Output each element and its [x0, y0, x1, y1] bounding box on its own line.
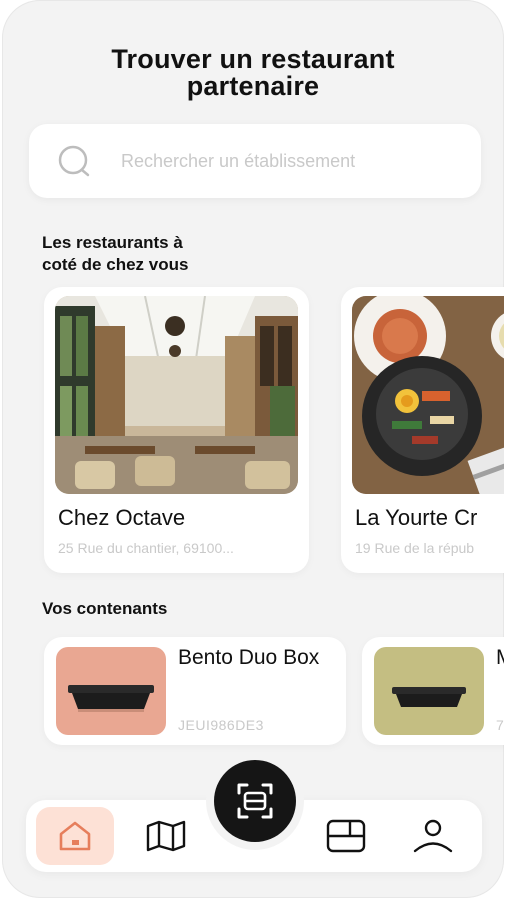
nav-map-button[interactable]	[127, 807, 205, 865]
page-title: Trouver un restaurant partenaire	[2, 46, 504, 100]
search-bar[interactable]	[29, 124, 481, 198]
container-name: Bento Duo Box	[178, 646, 320, 669]
home-icon	[59, 821, 91, 851]
nearby-title-line2: coté de chez vous	[42, 255, 189, 274]
container-card[interactable]: M B 75	[362, 637, 504, 745]
containers-icon	[326, 819, 366, 853]
container-photo	[56, 647, 166, 735]
search-icon	[58, 145, 90, 177]
nearby-section-title: Les restaurants à coté de chez vous	[42, 232, 188, 276]
nav-home-button[interactable]	[36, 807, 114, 865]
restaurant-photo	[55, 296, 298, 494]
page-title-line1: Trouver un restaurant	[111, 44, 395, 74]
app-screen: Trouver un restaurant partenaire Les res…	[2, 0, 504, 898]
container-name: M B	[496, 647, 504, 668]
nearby-title-line1: Les restaurants à	[42, 233, 183, 252]
restaurant-name: Chez Octave	[58, 505, 186, 530]
nav-profile-button[interactable]	[394, 807, 472, 865]
map-icon	[146, 820, 186, 852]
restaurant-photo	[352, 296, 504, 494]
restaurant-card[interactable]: Chez Octave 25 Rue du chantier, 69100...	[44, 287, 309, 573]
scan-button[interactable]	[214, 760, 296, 842]
container-code: 75	[496, 717, 504, 733]
nav-containers-button[interactable]	[307, 807, 385, 865]
search-input[interactable]	[121, 124, 461, 198]
page-title-line2: partenaire	[186, 71, 320, 101]
profile-icon	[413, 819, 453, 853]
container-code: JEUI986DE3	[178, 717, 264, 733]
restaurant-address: 19 Rue de la répub	[355, 540, 475, 556]
containers-section-title: Vos contenants	[42, 599, 168, 618]
container-card[interactable]: Bento Duo Box JEUI986DE3	[44, 637, 346, 745]
scan-icon	[237, 783, 273, 819]
container-photo	[374, 647, 484, 735]
restaurant-name: La Yourte Cr	[355, 505, 478, 530]
restaurant-address: 25 Rue du chantier, 69100...	[58, 540, 234, 556]
restaurant-card[interactable]: La Yourte Cr 19 Rue de la répub	[341, 287, 504, 573]
